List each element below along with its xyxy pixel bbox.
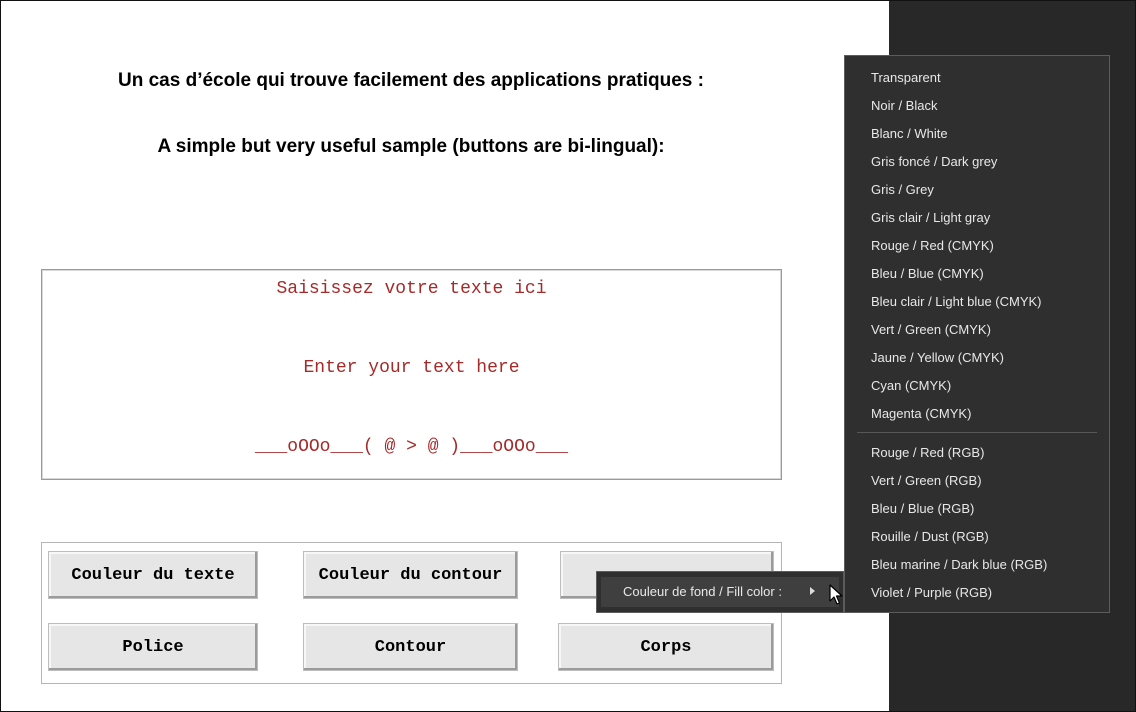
submenu-separator xyxy=(857,432,1097,433)
mouse-cursor-icon xyxy=(829,584,843,605)
context-menu: Couleur de fond / Fill color : xyxy=(596,571,844,613)
submenu-item[interactable]: Vert / Green (CMYK) xyxy=(871,322,991,337)
submenu-item[interactable]: Rouge / Red (RGB) xyxy=(871,445,984,460)
submenu-item[interactable]: Bleu clair / Light blue (CMYK) xyxy=(871,294,1042,309)
submenu-item[interactable]: Cyan (CMYK) xyxy=(871,378,951,393)
sample-text-line-2: Enter your text here xyxy=(303,358,520,378)
submenu-arrow-icon xyxy=(810,587,815,595)
body-button[interactable]: Corps xyxy=(558,623,774,671)
outline-button[interactable]: Contour xyxy=(303,623,518,671)
sample-text-box[interactable]: Saisissez votre texte ici Enter your tex… xyxy=(41,269,782,480)
submenu-item[interactable]: Rouille / Dust (RGB) xyxy=(871,529,989,544)
submenu-item[interactable]: Magenta (CMYK) xyxy=(871,406,971,421)
submenu-item[interactable]: Gris / Grey xyxy=(871,182,934,197)
heading-english: A simple but very useful sample (buttons… xyxy=(157,136,665,157)
submenu-item[interactable]: Bleu / Blue (CMYK) xyxy=(871,266,984,281)
submenu-item[interactable]: Vert / Green (RGB) xyxy=(871,473,982,488)
submenu-item[interactable]: Noir / Black xyxy=(871,98,937,113)
submenu-item[interactable]: Transparent xyxy=(871,70,941,85)
outline-color-button[interactable]: Couleur du contour xyxy=(303,551,518,599)
submenu-item[interactable]: Bleu / Blue (RGB) xyxy=(871,501,974,516)
submenu-item[interactable]: Gris clair / Light gray xyxy=(871,210,990,225)
submenu-item[interactable]: Bleu marine / Dark blue (RGB) xyxy=(871,557,1047,572)
text-color-button[interactable]: Couleur du texte xyxy=(48,551,258,599)
submenu-item[interactable]: Gris foncé / Dark grey xyxy=(871,154,997,169)
font-button[interactable]: Police xyxy=(48,623,258,671)
sample-text-line-3: ___oOOo___( @ > @ )___oOOo___ xyxy=(254,437,569,457)
heading-french: Un cas d’école qui trouve facilement des… xyxy=(118,70,704,91)
sample-text-line-1: Saisissez votre texte ici xyxy=(276,279,547,299)
button-panel: Couleur du texte Couleur du contour Poli… xyxy=(41,542,782,684)
submenu-item[interactable]: Violet / Purple (RGB) xyxy=(871,585,992,600)
submenu-item[interactable]: Blanc / White xyxy=(871,126,948,141)
submenu-item[interactable]: Jaune / Yellow (CMYK) xyxy=(871,350,1004,365)
color-submenu: Transparent Noir / Black Blanc / White G… xyxy=(844,55,1110,613)
submenu-item[interactable]: Rouge / Red (CMYK) xyxy=(871,238,994,253)
menu-item-fill-color-label: Couleur de fond / Fill color : xyxy=(623,584,782,599)
